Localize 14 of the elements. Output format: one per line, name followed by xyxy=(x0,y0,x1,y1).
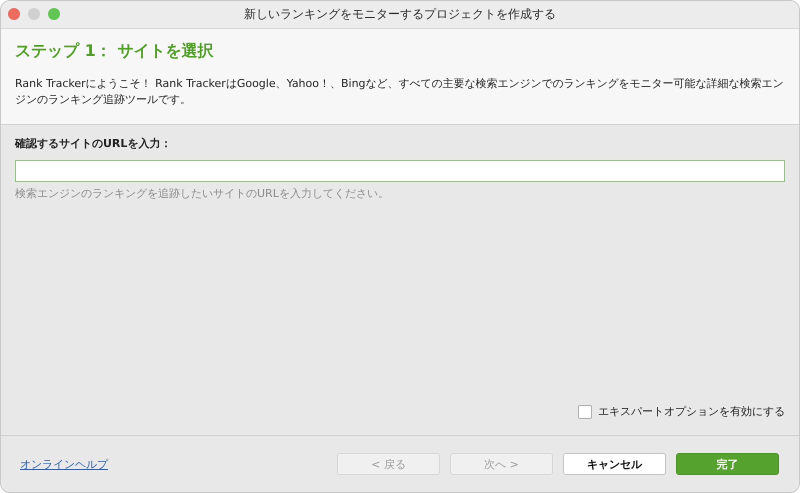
step-title: ステップ 1： サイトを選択 xyxy=(15,41,214,62)
url-label: 確認するサイトのURLを入力： xyxy=(15,136,172,151)
expert-checkbox[interactable] xyxy=(578,404,592,418)
minimize-button[interactable] xyxy=(28,8,40,20)
url-hint: 検索エンジンのランキングを追跡したいサイトのURLを入力してください。 xyxy=(15,186,390,201)
url-input-field[interactable] xyxy=(15,160,785,182)
close-button[interactable] xyxy=(8,8,20,20)
dialog-button[interactable]: 完了 xyxy=(676,453,779,475)
dialog-button[interactable]: キャンセル xyxy=(563,453,666,475)
description-text: Rank Trackerにようこそ！ Rank TrackerはGoogle、Yahoo！、Bingなど、すべての主要な検索エンジンでのランキングをモニター可能な詳細な検索エンジンのランキング追跡ツールです。 xyxy=(15,76,785,108)
zoom-button[interactable] xyxy=(48,8,60,20)
expert-option-label[interactable]: エキスパートオプションを有効にする xyxy=(598,404,785,419)
window-title: 新しいランキングをモニターするプロジェクトを作成する xyxy=(244,6,556,23)
online-help-link[interactable]: オンラインヘルプ xyxy=(20,456,108,472)
